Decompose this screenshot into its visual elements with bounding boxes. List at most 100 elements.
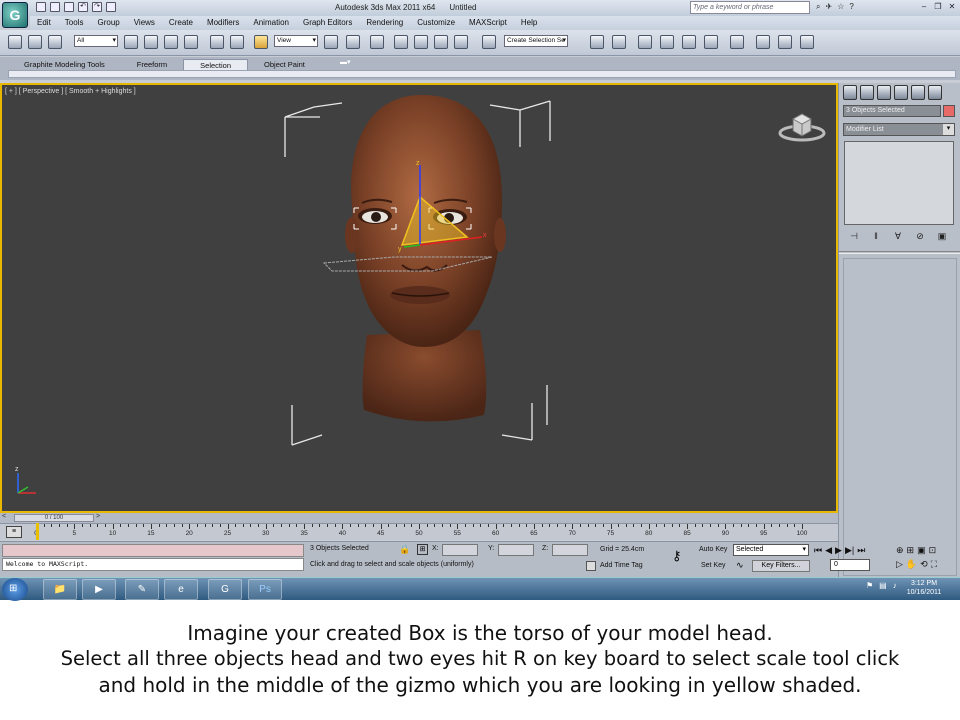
- search-icon[interactable]: ⌕: [816, 2, 820, 12]
- zoom-extents-all-icon[interactable]: ⊡: [929, 545, 937, 556]
- notepad-taskbar-icon[interactable]: ✎: [125, 579, 159, 600]
- save-file-icon[interactable]: [64, 2, 74, 12]
- current-frame-field[interactable]: 0: [830, 559, 870, 571]
- object-color-swatch[interactable]: [943, 105, 955, 117]
- media-player-taskbar-icon[interactable]: ▶: [82, 579, 116, 600]
- show-end-result-icon[interactable]: ‖: [869, 230, 883, 242]
- next-frame-icon[interactable]: >: [96, 513, 100, 520]
- previous-key-icon[interactable]: ◀: [825, 545, 832, 556]
- time-slider[interactable]: 0 / 100: [14, 514, 94, 522]
- photoshop-taskbar-icon[interactable]: Ps: [248, 579, 282, 600]
- modify-panel-icon[interactable]: [860, 85, 874, 100]
- open-file-icon[interactable]: [50, 2, 60, 12]
- zoom-icon[interactable]: ⊕: [896, 545, 904, 556]
- object-name-field[interactable]: 3 Objects Selected: [843, 105, 941, 117]
- menu-modifiers[interactable]: Modifiers: [200, 16, 246, 30]
- unlink-icon[interactable]: [28, 35, 42, 49]
- display-panel-icon[interactable]: [911, 85, 925, 100]
- remove-modifier-icon[interactable]: ⊘: [913, 230, 927, 242]
- select-and-scale-icon[interactable]: [254, 35, 268, 49]
- 3ds-max-taskbar-icon[interactable]: G: [208, 579, 242, 600]
- select-object-icon[interactable]: [124, 35, 138, 49]
- open-mini-curve-editor-icon[interactable]: ≡: [6, 526, 22, 538]
- set-key-icon[interactable]: ⚷: [672, 548, 682, 564]
- z-coordinate-field[interactable]: [552, 544, 588, 556]
- time-tag-icon[interactable]: [586, 561, 596, 571]
- percent-snap-icon[interactable]: [434, 35, 448, 49]
- time-cursor[interactable]: [36, 523, 39, 540]
- key-filters-button[interactable]: Key Filters...: [752, 560, 810, 572]
- menu-views[interactable]: Views: [127, 16, 162, 30]
- select-by-name-icon[interactable]: [144, 35, 158, 49]
- network-icon[interactable]: ▤: [879, 581, 887, 590]
- menu-maxscript[interactable]: MAXScript: [462, 16, 514, 30]
- ribbon-options-icon[interactable]: ▬▾: [340, 59, 356, 68]
- pin-stack-icon[interactable]: ⊣: [847, 230, 861, 242]
- go-to-end-icon[interactable]: ⏭: [857, 545, 865, 556]
- next-key-icon[interactable]: ▶|: [845, 545, 854, 556]
- hierarchy-panel-icon[interactable]: [877, 85, 891, 100]
- menu-customize[interactable]: Customize: [410, 16, 462, 30]
- field-of-view-icon[interactable]: ▷: [896, 559, 903, 570]
- play-icon[interactable]: ▶: [835, 545, 842, 556]
- x-coordinate-field[interactable]: [442, 544, 478, 556]
- material-editor-icon[interactable]: [730, 35, 744, 49]
- configure-modifier-sets-icon[interactable]: ▣: [935, 230, 949, 242]
- create-panel-icon[interactable]: [843, 85, 857, 100]
- perspective-viewport[interactable]: z x y [ + ] [ Perspective ] [ Smooth + H…: [0, 83, 838, 513]
- menu-tools[interactable]: Tools: [58, 16, 91, 30]
- default-in-out-tangents-icon[interactable]: ∿: [736, 560, 744, 571]
- utilities-panel-icon[interactable]: [928, 85, 942, 100]
- reference-coordinate-dropdown[interactable]: View: [274, 35, 318, 47]
- select-and-move-icon[interactable]: [210, 35, 224, 49]
- window-crossing-icon[interactable]: [184, 35, 198, 49]
- set-key-button[interactable]: Set Key: [701, 562, 726, 569]
- schematic-view-icon[interactable]: [704, 35, 718, 49]
- key-mode-dropdown[interactable]: Selected: [733, 544, 809, 556]
- add-time-tag-button[interactable]: Add Time Tag: [600, 562, 643, 569]
- previous-frame-icon[interactable]: <: [2, 513, 6, 520]
- keyboard-shortcut-override-icon[interactable]: [370, 35, 384, 49]
- volume-icon[interactable]: ♪: [893, 581, 897, 590]
- search-input[interactable]: Type a keyword or phrase: [690, 1, 810, 14]
- menu-create[interactable]: Create: [162, 16, 200, 30]
- spinner-snap-icon[interactable]: [454, 35, 468, 49]
- select-and-link-icon[interactable]: [8, 35, 22, 49]
- tab-freeform[interactable]: Freeform: [121, 59, 183, 70]
- start-button[interactable]: ⊞: [2, 578, 28, 601]
- maxscript-mini-listener-input[interactable]: [2, 544, 304, 557]
- mirror-icon[interactable]: [590, 35, 604, 49]
- align-icon[interactable]: [612, 35, 626, 49]
- absolute-mode-icon[interactable]: ⊞: [417, 544, 428, 555]
- auto-key-button[interactable]: Auto Key: [699, 546, 727, 553]
- minimize-icon[interactable]: –: [918, 1, 930, 13]
- explorer-taskbar-icon[interactable]: 📁: [43, 579, 77, 600]
- menu-animation[interactable]: Animation: [246, 16, 296, 30]
- y-coordinate-field[interactable]: [498, 544, 534, 556]
- snaps-toggle-icon[interactable]: [394, 35, 408, 49]
- maximize-viewport-icon[interactable]: ⛶: [931, 559, 937, 570]
- menu-edit[interactable]: Edit: [30, 16, 58, 30]
- internet-explorer-taskbar-icon[interactable]: e: [164, 579, 198, 600]
- close-icon[interactable]: ✕: [946, 1, 958, 13]
- go-to-start-icon[interactable]: ⏮: [814, 545, 822, 556]
- graphite-toggle-icon[interactable]: [660, 35, 674, 49]
- menu-graph-editors[interactable]: Graph Editors: [296, 16, 359, 30]
- render-setup-icon[interactable]: [756, 35, 770, 49]
- track-bar[interactable]: ≡ 05101520253035404550556065707580859095…: [0, 523, 838, 540]
- pivot-center-icon[interactable]: [324, 35, 338, 49]
- layer-manager-icon[interactable]: [638, 35, 652, 49]
- zoom-all-icon[interactable]: ⊞: [907, 545, 915, 556]
- favorites-star-icon[interactable]: ☆: [837, 2, 844, 12]
- make-unique-icon[interactable]: ∀: [891, 230, 905, 242]
- render-production-icon[interactable]: [800, 35, 814, 49]
- communication-center-icon[interactable]: ✈: [825, 2, 832, 12]
- menu-help[interactable]: Help: [514, 16, 544, 30]
- restore-icon[interactable]: ❐: [932, 1, 944, 13]
- selection-lock-icon[interactable]: 🔒: [399, 544, 410, 555]
- select-and-manipulate-icon[interactable]: [346, 35, 360, 49]
- redo-icon[interactable]: ↷: [92, 2, 102, 12]
- tab-selection[interactable]: Selection: [183, 59, 249, 70]
- tab-graphite-modeling-tools[interactable]: Graphite Modeling Tools: [8, 59, 121, 70]
- viewcube-icon[interactable]: [777, 105, 827, 145]
